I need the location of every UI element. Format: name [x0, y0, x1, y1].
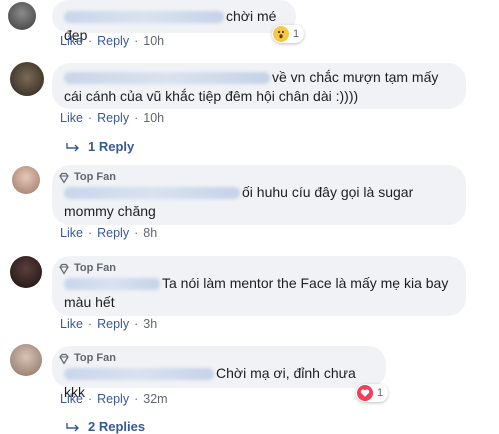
timestamp[interactable]: 8h: [143, 226, 157, 240]
avatar[interactable]: [10, 344, 42, 376]
author-name[interactable]: [64, 11, 224, 24]
comment-actions: Like · Reply · 10h: [60, 111, 165, 125]
top-fan-badge: Top Fan: [58, 349, 116, 368]
reply-arrow-icon: [66, 142, 79, 151]
wow-reaction-icon: [273, 26, 289, 42]
avatar[interactable]: [12, 166, 40, 194]
like-link[interactable]: Like: [60, 317, 83, 331]
love-reaction-icon: [357, 385, 373, 401]
avatar[interactable]: [10, 256, 42, 288]
top-fan-label: Top Fan: [74, 171, 116, 183]
avatar[interactable]: [10, 62, 44, 96]
top-fan-badge: Top Fan: [58, 168, 116, 187]
reply-link[interactable]: Reply: [97, 392, 129, 406]
timestamp[interactable]: 10h: [143, 34, 164, 48]
like-link[interactable]: Like: [60, 226, 83, 240]
comment-actions: Like · Reply · 8h: [60, 226, 158, 240]
diamond-badge-icon: [59, 172, 69, 184]
comment-bubble: chời mé đẹp: [52, 0, 296, 43]
comment-bubble: Top Fan Ta nói làm mentor the Face là mấ…: [52, 256, 466, 316]
reply-arrow-icon: [66, 422, 79, 431]
timestamp[interactable]: 10h: [143, 111, 164, 125]
top-fan-label: Top Fan: [74, 352, 116, 364]
author-name[interactable]: [64, 187, 240, 200]
comment-bubble: Top Fan Chời mạ ơi, đỉnh chưa kkk: [52, 346, 386, 400]
reply-link[interactable]: Reply: [97, 226, 129, 240]
view-replies-link[interactable]: 1 Reply: [66, 139, 134, 154]
diamond-badge-icon: [59, 263, 69, 275]
reaction-count[interactable]: 1: [272, 25, 305, 43]
reply-link[interactable]: Reply: [97, 34, 129, 48]
replies-count-label: 1 Reply: [88, 139, 135, 154]
like-link[interactable]: Like: [60, 34, 83, 48]
author-name[interactable]: [64, 72, 270, 85]
like-link[interactable]: Like: [60, 392, 83, 406]
author-name[interactable]: [64, 368, 214, 381]
comment-bubble: về vn chắc mượn tạm mấy cái cánh của vũ …: [52, 63, 466, 109]
comment-bubble: Top Fan ối huhu cíu đây gọi là sugar mom…: [52, 165, 466, 225]
reply-link[interactable]: Reply: [97, 317, 129, 331]
avatar[interactable]: [8, 2, 36, 30]
top-fan-badge: Top Fan: [58, 259, 116, 278]
comment-actions: Like · Reply · 10h: [60, 34, 165, 48]
timestamp[interactable]: 32m: [143, 392, 167, 406]
top-fan-label: Top Fan: [74, 262, 116, 274]
author-name[interactable]: [64, 278, 160, 291]
diamond-badge-icon: [59, 353, 69, 365]
timestamp[interactable]: 3h: [143, 317, 157, 331]
comment-actions: Like · Reply · 3h: [60, 317, 158, 331]
reaction-count-label: 1: [377, 387, 384, 399]
view-replies-link[interactable]: 2 Replies: [66, 419, 145, 434]
reaction-count-label: 1: [293, 28, 300, 40]
comment-actions: Like · Reply · 32m: [60, 392, 168, 406]
replies-count-label: 2 Replies: [88, 419, 146, 434]
reply-link[interactable]: Reply: [97, 111, 129, 125]
reaction-count[interactable]: 1: [356, 384, 389, 402]
like-link[interactable]: Like: [60, 111, 83, 125]
